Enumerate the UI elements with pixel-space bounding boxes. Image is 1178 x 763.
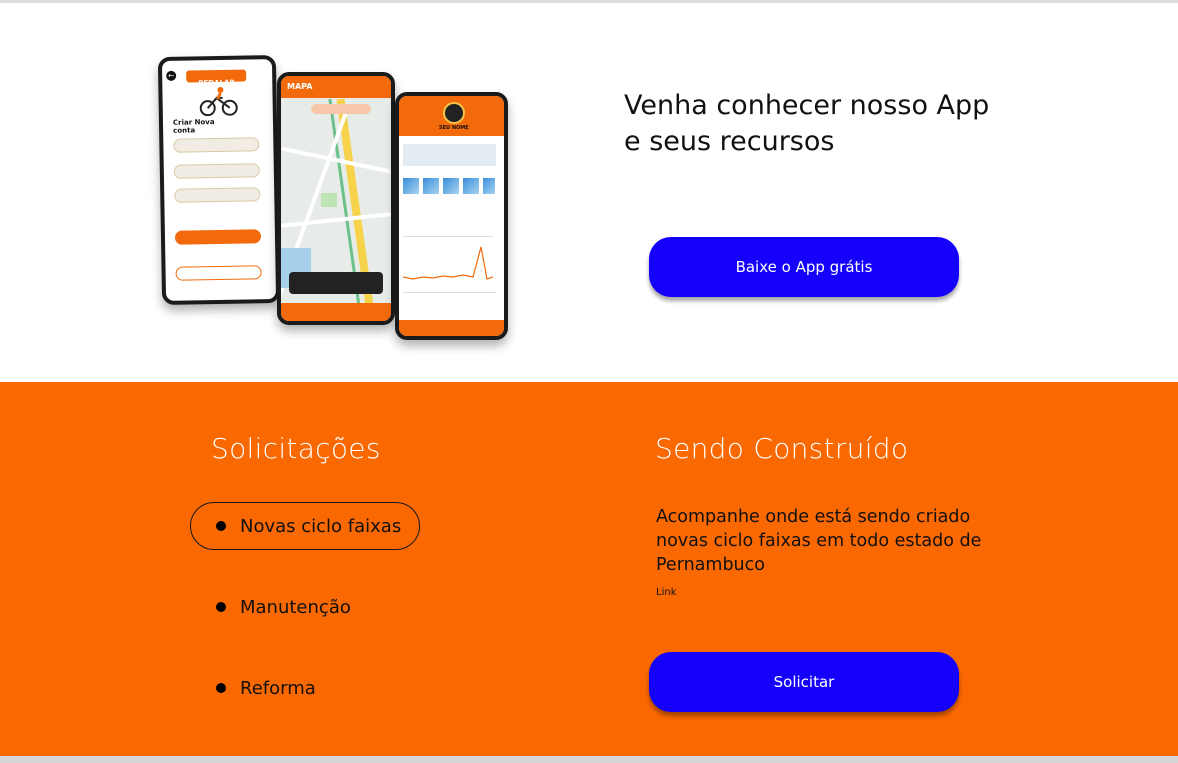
construction-title: Sendo Construído xyxy=(655,432,909,465)
bottom-strip xyxy=(0,756,1178,763)
login-link-pill xyxy=(175,265,262,281)
avatar xyxy=(443,102,465,124)
request-option-maintenance[interactable]: Manutenção xyxy=(216,595,351,619)
map-bottom-nav xyxy=(281,303,391,321)
request-option-label: Novas ciclo faixas xyxy=(240,515,402,537)
back-arrow-icon: ← xyxy=(166,70,177,81)
profile-name: SEU NOME xyxy=(439,125,469,131)
hero-headline-line1: Venha conhecer nosso App xyxy=(624,90,990,121)
profile-map-strip xyxy=(403,144,496,166)
password-field xyxy=(174,187,261,203)
bullet-icon xyxy=(216,521,226,531)
app-logo: PEDALAR xyxy=(186,69,247,87)
map-title: MAPA xyxy=(287,82,313,91)
hero-headline: Venha conhecer nosso App e seus recursos xyxy=(624,88,1004,160)
request-option-new-lanes[interactable]: Novas ciclo faixas xyxy=(190,502,420,550)
construction-description: Acompanhe onde está sendo criado novas c… xyxy=(656,507,982,575)
create-account-button xyxy=(174,229,262,245)
map-header: MAPA xyxy=(281,76,391,98)
bullet-icon xyxy=(216,683,226,693)
request-option-label: Reforma xyxy=(240,677,316,699)
profile-header: SEU NOME xyxy=(399,96,504,136)
request-button[interactable]: Solicitar xyxy=(649,652,959,712)
map-search-panel xyxy=(289,272,383,294)
requests-title: Solicitações xyxy=(211,432,381,465)
email-field xyxy=(173,163,260,179)
profile-stats xyxy=(403,292,496,317)
phone-signup-screen: PEDALAR ← Criar Nova conta xyxy=(157,54,281,306)
download-app-button[interactable]: Baixe o App grátis xyxy=(649,237,959,297)
hero-headline-line2: e seus recursos xyxy=(624,126,835,157)
phone-profile-screen: SEU NOME xyxy=(395,92,508,340)
name-field xyxy=(173,137,260,153)
elevation-chart xyxy=(403,236,493,280)
bullet-icon xyxy=(216,602,226,612)
cyclist-icon xyxy=(199,86,238,117)
signup-title: Criar Nova conta xyxy=(172,118,215,135)
app-phone-mockups: PEDALAR ← Criar Nova conta MAPA SEU NOME xyxy=(155,52,515,342)
request-option-label: Manutenção xyxy=(240,596,351,618)
request-option-renovation[interactable]: Reforma xyxy=(216,676,316,700)
profile-bottom-nav xyxy=(399,320,504,336)
construction-link[interactable]: Link xyxy=(656,587,676,598)
requests-section xyxy=(0,382,1178,756)
phone-map-screen: MAPA xyxy=(277,72,395,325)
